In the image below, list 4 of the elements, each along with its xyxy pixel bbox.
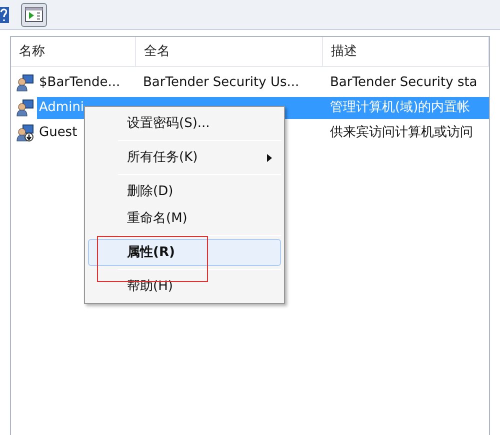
- table-cell: 管理计算机(域)的内置帐: [323, 96, 489, 118]
- table-cell-text: BarTender Security Us...: [142, 74, 300, 92]
- table-cell-text: 供来宾访问计算机或访问: [329, 124, 474, 142]
- table-cell-text: BarTender Security sta: [329, 74, 478, 92]
